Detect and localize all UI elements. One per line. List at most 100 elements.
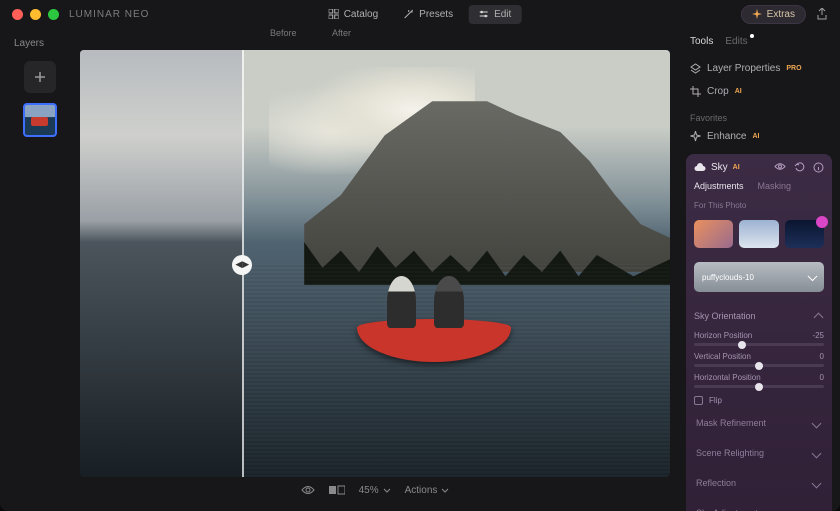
chevron-down-icon xyxy=(441,488,449,493)
person xyxy=(434,276,464,327)
horizontal-label: Horizontal Position xyxy=(694,373,761,382)
chevron-down-icon xyxy=(383,488,391,493)
sky-panel-header[interactable]: Sky AI xyxy=(694,162,824,173)
sky-orientation-section: Sky Orientation Horizon Position-25 Vert… xyxy=(694,306,824,405)
sky-panel: Sky AI Adjustments Masking For This Phot… xyxy=(686,154,832,511)
sky-orientation-label: Sky Orientation xyxy=(694,311,756,321)
top-nav: Catalog Presets Edit xyxy=(319,0,522,28)
titlebar: LUMINAR NEO Catalog Presets Edit Extras xyxy=(0,0,840,28)
before-label: Before xyxy=(270,28,297,38)
tab-edits-label: Edits xyxy=(725,36,747,47)
layer-properties-row[interactable]: Layer Properties PRO xyxy=(686,57,832,80)
app-window: LUMINAR NEO Catalog Presets Edit Extras xyxy=(0,0,840,511)
info-button[interactable] xyxy=(813,162,824,173)
chevron-up-icon xyxy=(814,313,824,323)
slider-knob[interactable] xyxy=(755,362,763,370)
horizontal-value: 0 xyxy=(820,373,824,382)
minimize-window[interactable] xyxy=(30,9,41,20)
zoom-dropdown[interactable]: 45% xyxy=(359,485,391,496)
app-title: LUMINAR NEO xyxy=(69,9,149,20)
info-icon xyxy=(813,162,824,173)
sky-adjustments-row[interactable]: Sky Adjustments xyxy=(694,501,824,511)
nav-catalog[interactable]: Catalog xyxy=(319,5,388,24)
pro-badge: PRO xyxy=(786,65,801,72)
extras-label: Extras xyxy=(767,9,795,20)
maximize-window[interactable] xyxy=(48,9,59,20)
tab-tools[interactable]: Tools xyxy=(690,36,713,47)
slider-knob[interactable] xyxy=(755,383,763,391)
sky-preset-suggestions xyxy=(694,220,824,248)
add-layer-button[interactable] xyxy=(24,61,56,93)
nav-catalog-label: Catalog xyxy=(344,9,378,20)
layer-thumbnail[interactable] xyxy=(23,103,57,137)
mask-refinement-label: Mask Refinement xyxy=(696,418,766,428)
vertical-label: Vertical Position xyxy=(694,352,751,361)
nav-presets-label: Presets xyxy=(419,9,453,20)
layers-title: Layers xyxy=(0,38,44,49)
canvas-header: Before After xyxy=(80,28,670,46)
flip-row: Flip xyxy=(694,396,824,405)
nav-edit-label: Edit xyxy=(494,9,511,20)
crop-row[interactable]: Crop AI xyxy=(686,80,832,103)
nav-presets[interactable]: Presets xyxy=(394,5,463,24)
visibility-toggle[interactable] xyxy=(774,162,786,173)
extras-button[interactable]: Extras xyxy=(741,5,806,24)
tools-panel: Tools Edits Layer Properties PRO Crop AI… xyxy=(680,28,840,511)
undo-button[interactable] xyxy=(794,162,805,173)
horizontal-track[interactable] xyxy=(694,385,824,388)
layers-panel: Layers xyxy=(0,28,80,511)
horizon-label: Horizon Position xyxy=(694,331,752,340)
body: Layers Before After xyxy=(0,28,840,511)
compare-icon xyxy=(329,485,345,495)
vertical-track[interactable] xyxy=(694,364,824,367)
sky-preset-selector[interactable]: puffyclouds-10 xyxy=(694,262,824,292)
share-button[interactable] xyxy=(816,8,828,20)
chevron-down-icon xyxy=(812,448,822,458)
viewport-toolbar: 45% Actions xyxy=(80,477,670,503)
image-viewport[interactable]: ◀▶ xyxy=(80,50,670,477)
sky-title: Sky xyxy=(711,162,728,173)
scene-relighting-row[interactable]: Scene Relighting xyxy=(694,441,824,465)
eye-toggle[interactable] xyxy=(301,485,315,495)
close-window[interactable] xyxy=(12,9,23,20)
compare-toggle[interactable] xyxy=(329,485,345,495)
favorites-label: Favorites xyxy=(686,107,832,125)
tab-masking[interactable]: Masking xyxy=(758,181,792,191)
sliders-icon xyxy=(479,9,489,19)
layer-properties-label: Layer Properties xyxy=(707,63,780,74)
sky-orientation-header[interactable]: Sky Orientation xyxy=(694,306,824,325)
enhance-row[interactable]: Enhance AI xyxy=(686,125,832,148)
ai-badge: AI xyxy=(735,88,742,95)
horizon-track[interactable] xyxy=(694,343,824,346)
sky-preset-1[interactable] xyxy=(694,220,733,248)
tab-edits[interactable]: Edits xyxy=(725,36,747,47)
reflection-label: Reflection xyxy=(696,478,736,488)
plus-icon xyxy=(33,70,47,84)
vertical-value: 0 xyxy=(820,352,824,361)
eye-icon xyxy=(301,485,315,495)
sky-subtabs: Adjustments Masking xyxy=(694,181,824,191)
nav-edit[interactable]: Edit xyxy=(469,5,521,24)
mask-refinement-row[interactable]: Mask Refinement xyxy=(694,411,824,435)
sky-preset-2[interactable] xyxy=(739,220,778,248)
share-icon xyxy=(816,8,828,20)
reflection-row[interactable]: Reflection xyxy=(694,471,824,495)
sky-preset-3[interactable] xyxy=(785,220,824,248)
eye-icon xyxy=(774,162,786,171)
layers-icon xyxy=(690,63,701,74)
horizontal-position-slider: Horizontal Position 0 xyxy=(694,373,824,388)
window-controls xyxy=(12,9,59,20)
flip-checkbox[interactable] xyxy=(694,396,703,405)
actions-label: Actions xyxy=(405,485,438,496)
actions-dropdown[interactable]: Actions xyxy=(405,485,450,496)
flip-label: Flip xyxy=(709,396,722,405)
after-label: After xyxy=(332,28,351,38)
slider-knob[interactable] xyxy=(738,341,746,349)
chevron-down-icon xyxy=(812,418,822,428)
sky-header-icons xyxy=(774,162,824,173)
titlebar-right: Extras xyxy=(741,5,828,24)
image-before xyxy=(80,50,242,477)
sparkle-icon xyxy=(752,9,762,19)
tab-adjustments[interactable]: Adjustments xyxy=(694,181,744,191)
canvas-area: Before After ◀▶ xyxy=(80,28,680,511)
